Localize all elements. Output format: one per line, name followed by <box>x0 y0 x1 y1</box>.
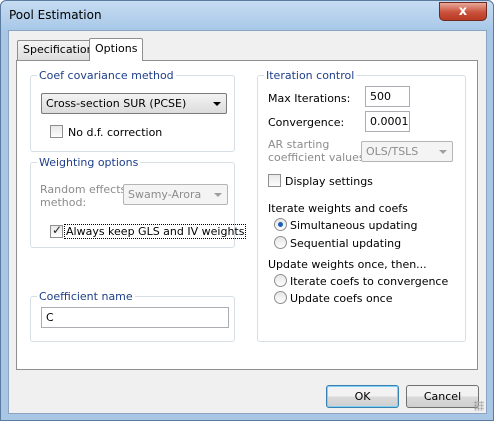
iterate-coefs-convergence-label: Iterate coefs to convergence <box>290 275 449 288</box>
random-effects-select[interactable]: Swamy-Arora <box>123 184 228 205</box>
coefficient-name-group: Coefficient name C <box>30 290 235 342</box>
dialog-client-area: Specification Options Coef covariance me… <box>8 30 487 414</box>
display-settings-checkbox[interactable] <box>268 174 281 187</box>
coef-covariance-group: Coef covariance method Cross-section SUR… <box>30 69 235 152</box>
ok-button[interactable]: OK <box>326 385 399 408</box>
max-iterations-input[interactable]: 500 <box>365 86 410 107</box>
cancel-button[interactable]: Cancel <box>406 385 479 408</box>
no-df-correction-label: No d.f. correction <box>68 126 163 139</box>
ar-starting-select[interactable]: OLS/TSLS <box>361 141 453 162</box>
title-bar[interactable]: Pool Estimation x <box>1 1 493 30</box>
convergence-input[interactable]: 0.0001 <box>365 111 410 132</box>
iteration-control-group: Iteration control Max Iterations: 500 Co… <box>257 69 466 342</box>
update-coefs-once-radio[interactable] <box>274 291 287 304</box>
always-keep-weights-checkbox[interactable]: ✓ <box>50 223 63 238</box>
chevron-down-icon <box>439 150 447 154</box>
sequential-updating-label: Sequential updating <box>290 237 402 250</box>
checkmark-icon: ✓ <box>52 223 63 237</box>
sequential-updating-radio[interactable] <box>274 236 287 249</box>
options-panel: Coef covariance method Cross-section SUR… <box>16 60 478 370</box>
iterate-weights-heading: Iterate weights and coefs <box>268 202 408 215</box>
tab-options[interactable]: Options <box>89 38 144 61</box>
ar-starting-label-2: coefficient values: <box>268 151 369 164</box>
coef-covariance-legend: Coef covariance method <box>37 69 176 82</box>
simultaneous-updating-radio[interactable] <box>274 218 287 231</box>
max-iterations-label: Max Iterations: <box>268 92 351 105</box>
close-icon: x <box>458 4 468 19</box>
covariance-method-value: Cross-section SUR (PCSE) <box>46 97 187 110</box>
random-effects-label-2: method: <box>40 196 87 209</box>
random-effects-value: Swamy-Arora <box>128 188 202 201</box>
simultaneous-updating-label: Simultaneous updating <box>290 219 418 232</box>
tab-specification[interactable]: Specification <box>17 40 100 60</box>
close-button[interactable]: x <box>439 2 487 21</box>
radio-selected-dot <box>278 222 283 227</box>
weighting-options-group: Weighting options Random effects method:… <box>30 156 247 248</box>
no-df-correction-checkbox[interactable] <box>50 125 63 138</box>
pool-estimation-dialog: Pool Estimation x Specification Options … <box>0 0 494 421</box>
always-keep-weights-label: Always keep GLS and IV weights <box>63 224 247 239</box>
coefficient-name-legend: Coefficient name <box>37 290 135 303</box>
ar-starting-value: OLS/TSLS <box>366 145 419 158</box>
convergence-label: Convergence: <box>268 116 345 129</box>
weighting-options-legend: Weighting options <box>37 156 141 169</box>
iteration-control-legend: Iteration control <box>264 69 357 82</box>
ar-starting-label: AR starting <box>268 138 330 151</box>
display-settings-label: Display settings <box>285 175 373 188</box>
random-effects-label: Random effects <box>40 183 127 196</box>
coefficient-name-input[interactable]: C <box>41 307 229 328</box>
chevron-down-icon <box>213 102 221 106</box>
update-weights-once-heading: Update weights once, then... <box>268 258 427 271</box>
covariance-method-select[interactable]: Cross-section SUR (PCSE) <box>41 93 227 114</box>
update-coefs-once-label: Update coefs once <box>290 292 393 305</box>
resize-grip-icon[interactable] <box>474 401 484 411</box>
iterate-coefs-convergence-radio[interactable] <box>274 274 287 287</box>
window-title: Pool Estimation <box>9 8 102 22</box>
chevron-down-icon <box>214 193 222 197</box>
